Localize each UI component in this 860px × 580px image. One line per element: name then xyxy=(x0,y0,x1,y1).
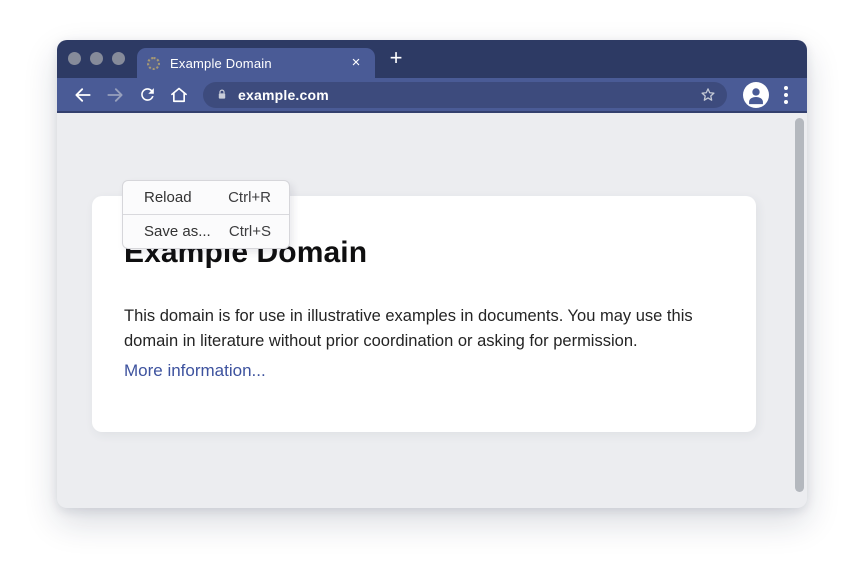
profile-avatar-button[interactable] xyxy=(743,82,769,108)
forward-button[interactable] xyxy=(103,83,127,107)
home-button[interactable] xyxy=(167,83,191,107)
forward-arrow-icon xyxy=(105,85,125,105)
window-close-button[interactable] xyxy=(68,52,81,65)
menu-item-label: Reload xyxy=(144,189,192,206)
home-icon xyxy=(169,85,189,105)
menu-item-label: Save as... xyxy=(144,223,211,240)
browser-window: Example Domain × + example xyxy=(57,40,807,508)
kebab-dot xyxy=(784,93,788,97)
kebab-dot xyxy=(784,100,788,104)
tab-close-icon[interactable]: × xyxy=(347,54,365,72)
screenshot-stage: Example Domain × + example xyxy=(0,0,860,580)
url-text: example.com xyxy=(238,87,699,103)
back-arrow-icon xyxy=(73,85,93,105)
tab-title: Example Domain xyxy=(170,56,347,71)
reload-icon xyxy=(138,85,157,104)
window-zoom-button[interactable] xyxy=(112,52,125,65)
browser-menu-button[interactable] xyxy=(777,83,795,107)
reload-button[interactable] xyxy=(135,83,159,107)
kebab-dot xyxy=(784,86,788,90)
menu-item-shortcut: Ctrl+S xyxy=(229,223,271,240)
page-paragraph: This domain is for use in illustrative e… xyxy=(124,304,734,354)
address-bar[interactable]: example.com xyxy=(203,82,727,108)
page-viewport: Example Domain This domain is for use in… xyxy=(57,113,807,506)
back-button[interactable] xyxy=(71,83,95,107)
menu-item-shortcut: Ctrl+R xyxy=(228,189,271,206)
title-bar: Example Domain × + xyxy=(57,40,807,78)
more-information-link[interactable]: More information... xyxy=(124,361,266,381)
browser-tab[interactable]: Example Domain × xyxy=(137,48,375,78)
context-menu-item-save-as[interactable]: Save as... Ctrl+S xyxy=(123,215,289,248)
new-tab-button[interactable]: + xyxy=(383,45,409,71)
window-controls xyxy=(68,52,125,65)
bookmark-star-icon[interactable] xyxy=(699,86,717,104)
secure-lock-icon xyxy=(215,87,229,102)
context-menu-item-reload[interactable]: Reload Ctrl+R xyxy=(123,181,289,214)
vertical-scrollbar-thumb[interactable] xyxy=(795,118,804,492)
person-icon xyxy=(743,82,769,108)
navigation-toolbar: example.com xyxy=(57,78,807,113)
window-minimize-button[interactable] xyxy=(90,52,103,65)
tab-favicon-icon xyxy=(147,57,160,70)
context-menu: Reload Ctrl+R Save as... Ctrl+S xyxy=(122,180,290,249)
